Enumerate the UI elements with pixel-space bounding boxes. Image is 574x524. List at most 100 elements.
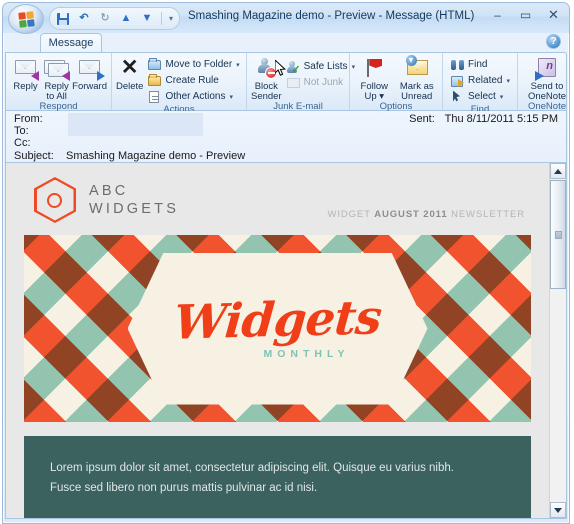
related-button[interactable]: Related ▾ xyxy=(447,73,513,88)
brand-line-1: ABC xyxy=(89,182,129,199)
create-rule-button[interactable]: Create Rule xyxy=(144,73,242,88)
chevron-down-icon: ▾ xyxy=(229,93,234,101)
delete-button[interactable]: ✕ Delete xyxy=(116,55,143,92)
related-icon xyxy=(450,74,465,88)
block-sender-icon xyxy=(253,57,279,81)
chevron-down-icon: ▾ xyxy=(236,61,240,69)
junk-small-buttons: ✓ Safe Lists ▾ Not Junk xyxy=(283,55,358,90)
outlook-message-window: ↶ ↻ ▲ ▼ ▾ Smashing Magazine demo - Previ… xyxy=(2,2,570,524)
forward-button[interactable]: Forward xyxy=(72,55,107,92)
mark-as-unread-icon xyxy=(404,55,430,81)
select-button[interactable]: Select ▾ xyxy=(447,89,513,104)
newsletter-label: WIDGET AUGUST 2011 NEWSLETTER xyxy=(327,209,525,220)
hexagon-logo-icon xyxy=(34,177,76,223)
body-line-2: Fusce sed libero non purus mattis pulvin… xyxy=(50,482,318,494)
other-actions-icon xyxy=(147,90,162,104)
redo-icon[interactable]: ↻ xyxy=(98,12,112,26)
previous-item-icon[interactable]: ▲ xyxy=(119,12,133,26)
mark-as-unread-button[interactable]: Mark as Unread xyxy=(396,55,438,101)
maximize-button[interactable]: ▭ xyxy=(516,6,535,23)
sent-info: Sent: Thu 8/11/2011 5:15 PM xyxy=(409,113,558,125)
brand-name: ABC WIDGETS xyxy=(89,182,180,217)
reply-button[interactable]: Reply xyxy=(10,55,41,92)
office-button[interactable] xyxy=(8,4,44,34)
office-orb-icon xyxy=(17,10,35,28)
ribbon: Reply Reply to All Forward Respond ✕ Del… xyxy=(5,52,569,115)
quick-access-toolbar: ↶ ↻ ▲ ▼ ▾ xyxy=(49,7,181,30)
chevron-down-icon: ▾ xyxy=(379,90,385,102)
tab-message[interactable]: Message xyxy=(40,33,102,52)
banner-title: Widgets xyxy=(171,289,384,351)
scroll-up-button[interactable] xyxy=(550,163,566,179)
help-icon[interactable]: ? xyxy=(546,34,561,49)
newsletter-date: AUGUST 2011 xyxy=(374,209,448,220)
reply-icon xyxy=(13,57,39,81)
title-bar: ↶ ↻ ▲ ▼ ▾ Smashing Magazine demo - Previ… xyxy=(3,3,569,34)
cc-row: Cc: xyxy=(6,137,566,149)
block-sender-button[interactable]: Block Sender xyxy=(251,55,282,101)
reply-all-button[interactable]: Reply to All xyxy=(41,55,72,101)
newsletter-banner: Widgets MONTHLY xyxy=(24,235,531,422)
not-junk-icon xyxy=(286,76,301,90)
newsletter-header: ABC WIDGETS WIDGET AUGUST 2011 NEWSLETTE… xyxy=(6,163,549,235)
delete-icon: ✕ xyxy=(120,56,139,79)
redacted-sender-block xyxy=(68,113,203,136)
ribbon-group-options: Follow Up ▾ Mark as Unread Options xyxy=(349,53,442,112)
newsletter-body-text: Lorem ipsum dolor sit amet, consectetur … xyxy=(24,436,531,518)
banner-title-plate: Widgets MONTHLY xyxy=(127,252,428,405)
minimize-button[interactable]: – xyxy=(488,6,507,23)
send-to-onenote-icon xyxy=(534,57,560,81)
undo-icon[interactable]: ↶ xyxy=(77,12,91,26)
from-label: From: xyxy=(14,113,43,125)
ribbon-group-find: Find Related ▾ Select ▾ Find xyxy=(442,53,517,115)
message-html-content: ABC WIDGETS WIDGET AUGUST 2011 NEWSLETTE… xyxy=(6,163,549,518)
find-small-buttons: Find Related ▾ Select ▾ xyxy=(447,55,513,104)
not-junk-button[interactable]: Not Junk xyxy=(283,75,358,90)
save-icon[interactable] xyxy=(56,12,70,26)
ribbon-group-actions: ✕ Delete Move to Folder ▾ Create Rule Ot… xyxy=(111,53,246,115)
chevron-down-icon: ▾ xyxy=(499,93,504,101)
other-actions-button[interactable]: Other Actions ▾ xyxy=(144,89,242,104)
follow-up-icon xyxy=(361,57,387,81)
actions-small-buttons: Move to Folder ▾ Create Rule Other Actio… xyxy=(144,55,242,104)
vertical-scrollbar[interactable] xyxy=(549,163,566,518)
brand-logo: ABC WIDGETS xyxy=(34,177,179,223)
window-controls: – ▭ ✕ xyxy=(488,6,563,23)
select-icon xyxy=(450,90,465,104)
to-label: To: xyxy=(14,125,29,137)
ribbon-group-onenote: Send to OneNote OneNote xyxy=(516,53,569,112)
ribbon-tab-row: Message ? xyxy=(3,33,569,52)
window-title: Smashing Magazine demo - Preview - Messa… xyxy=(188,10,475,22)
reply-all-icon xyxy=(43,57,70,81)
subject-row: Subject: Smashing Magazine demo - Previe… xyxy=(6,149,566,163)
sent-value: Thu 8/11/2011 5:15 PM xyxy=(444,113,558,125)
newsletter-prefix: WIDGET xyxy=(327,209,371,220)
ribbon-group-junk-email: Block Sender ✓ Safe Lists ▾ Not Junk Jun… xyxy=(246,53,355,112)
close-button[interactable]: ✕ xyxy=(544,6,563,23)
message-body-area: ABC WIDGETS WIDGET AUGUST 2011 NEWSLETTE… xyxy=(5,162,567,519)
subject-label: Subject: xyxy=(14,150,54,162)
send-to-onenote-button[interactable]: Send to OneNote xyxy=(522,55,569,101)
scrollbar-thumb[interactable] xyxy=(550,180,566,289)
move-to-folder-button[interactable]: Move to Folder ▾ xyxy=(144,57,242,72)
body-line-1: Lorem ipsum dolor sit amet, consectetur … xyxy=(50,462,454,474)
brand-line-2: WIDGETS xyxy=(89,200,180,217)
move-to-folder-icon xyxy=(147,58,162,72)
sent-label: Sent: xyxy=(409,113,435,125)
safe-lists-button[interactable]: ✓ Safe Lists ▾ xyxy=(283,59,358,75)
next-item-icon[interactable]: ▼ xyxy=(140,12,154,26)
chevron-down-icon: ▾ xyxy=(506,77,510,85)
message-header-fields: Sent: Thu 8/11/2011 5:15 PM From: To: Cc… xyxy=(5,111,567,162)
find-icon xyxy=(450,58,465,72)
follow-up-button[interactable]: Follow Up ▾ xyxy=(354,55,395,101)
forward-icon xyxy=(77,57,105,81)
cc-label: Cc: xyxy=(14,137,31,149)
safe-lists-icon: ✓ xyxy=(286,60,301,75)
find-button[interactable]: Find xyxy=(447,57,513,72)
qat-divider xyxy=(161,12,162,25)
customize-qat-icon[interactable]: ▾ xyxy=(169,14,173,23)
banner-subtitle: MONTHLY xyxy=(263,347,350,360)
ribbon-group-respond: Reply Reply to All Forward Respond xyxy=(6,53,111,112)
newsletter-suffix: NEWSLETTER xyxy=(451,209,525,220)
scroll-down-button[interactable] xyxy=(550,502,566,518)
